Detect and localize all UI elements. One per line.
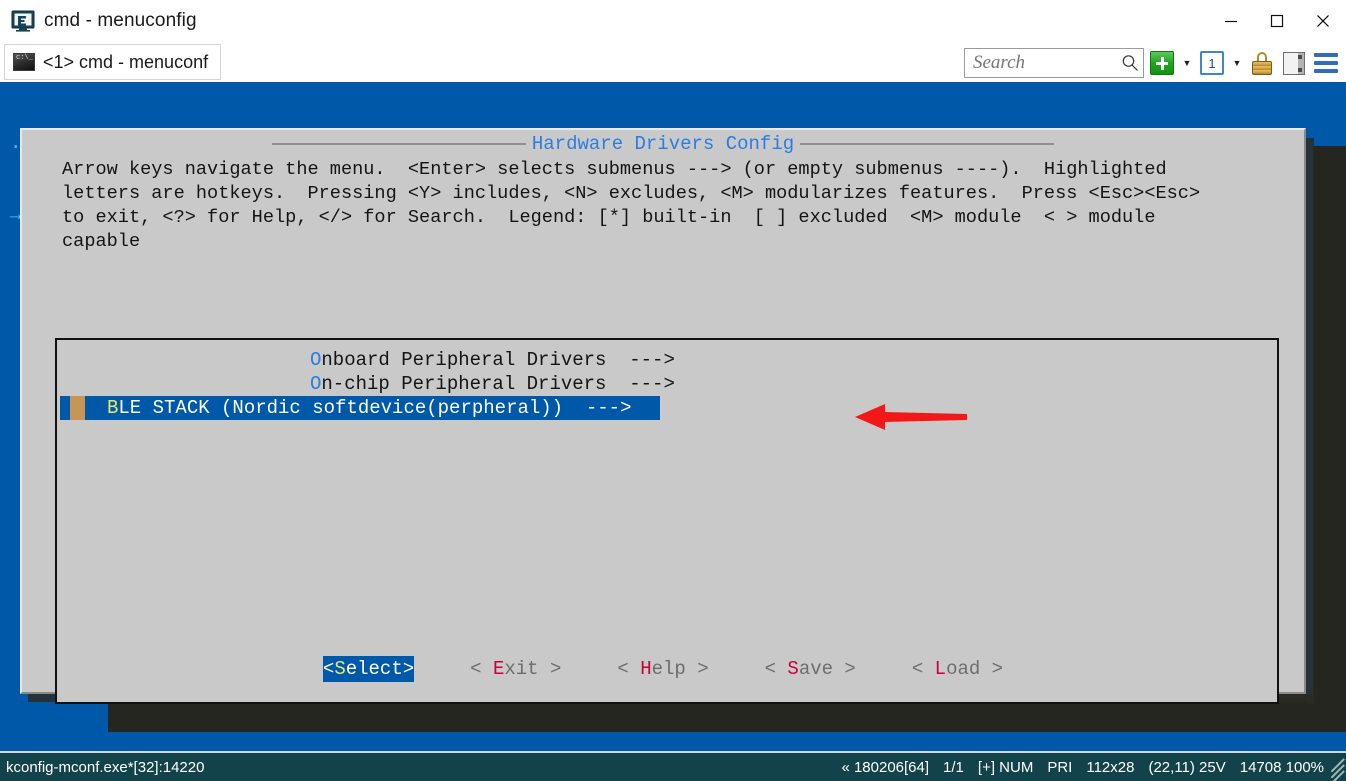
dialog-button-oad[interactable]: < Load >	[912, 656, 1003, 682]
button-label: oad >	[946, 658, 1004, 680]
maximize-button[interactable]	[1254, 0, 1300, 42]
tab-label: <1> cmd - menuconf	[43, 51, 209, 72]
close-button[interactable]	[1300, 0, 1346, 42]
new-console-dropdown[interactable]: ▼	[1180, 49, 1194, 77]
button-label: xit >	[504, 658, 562, 680]
dialog-button-elect[interactable]: <Select>	[322, 656, 415, 682]
active-console-number: 1	[1200, 51, 1224, 75]
app-icon	[10, 9, 36, 33]
menu-item-hotkey: O	[310, 349, 322, 371]
status-item-2: [+] NUM	[977, 758, 1034, 776]
title-rule-left	[272, 143, 526, 145]
cursor-marker	[70, 396, 85, 420]
title-rule-right	[800, 143, 1054, 145]
console-area[interactable]: .config - RT-Thread Configuration → Hard…	[0, 82, 1346, 751]
dialog-shadow-right	[1306, 138, 1314, 704]
menu-item-2[interactable]: B LE STACK (Nordic softdevice(perpheral))…	[60, 396, 660, 420]
menu-listbox[interactable]: Onboard Peripheral Drivers ---> On-chip P…	[55, 338, 1279, 704]
button-prefix: <	[764, 658, 788, 680]
menu-item-label: n-chip Peripheral Drivers --->	[321, 373, 675, 395]
button-prefix: <	[470, 658, 493, 680]
split-panel-button[interactable]	[1280, 49, 1308, 77]
dialog-button-ave[interactable]: < Save >	[765, 656, 856, 682]
dialog-button-row: <Select> < Exit > < Help > < Save > < Load >	[22, 652, 1304, 686]
active-console-dropdown[interactable]: ▼	[1230, 49, 1244, 77]
status-item-0: « 180206[64]	[841, 758, 930, 776]
menu-item-label: LE STACK (Nordic softdevice(perpheral)) …	[118, 397, 632, 419]
dialog-title-row: Hardware Drivers Config	[22, 132, 1304, 156]
dialog-button-elp[interactable]: < Help >	[617, 656, 708, 682]
button-hotkey: E	[492, 658, 505, 680]
button-prefix: <	[322, 658, 335, 680]
menu-item-1[interactable]: On-chip Peripheral Drivers --->	[57, 372, 1277, 396]
status-items: « 180206[64] 1/1 [+] NUM PRI 112x28 (22,11) 2…	[841, 759, 1324, 776]
help-text: Arrow keys navigate the menu. <Enter> se…	[62, 159, 1201, 252]
magnifier-icon	[1122, 55, 1138, 71]
lock-button[interactable]	[1248, 49, 1276, 77]
menuconfig-dialog: Hardware Drivers Config Arrow keys navig…	[20, 128, 1306, 704]
status-item-4: 112x28	[1086, 758, 1135, 776]
toolbar: ▼ 1 ▼	[964, 46, 1340, 80]
status-bar: kconfig-mconf.exe*[32]:14220 « 180206[64…	[0, 751, 1346, 781]
new-console-button[interactable]	[1148, 49, 1176, 77]
button-prefix: <	[617, 658, 641, 680]
annotation-arrow-icon	[855, 404, 967, 430]
window-controls	[1208, 0, 1346, 42]
button-hotkey: S	[787, 658, 799, 680]
menu-items-container: Onboard Peripheral Drivers ---> On-chip P…	[57, 348, 1277, 420]
search-input[interactable]	[973, 52, 1121, 74]
dialog-button-xit[interactable]: < Exit >	[470, 656, 561, 682]
status-item-5: (22,11) 25V	[1148, 758, 1226, 776]
dialog-title: Hardware Drivers Config	[531, 133, 795, 155]
button-label: ave >	[798, 658, 856, 680]
button-label: elp >	[651, 658, 709, 680]
padlock-icon	[1252, 51, 1272, 75]
status-item-3: PRI	[1047, 758, 1073, 776]
selection-bar	[60, 396, 70, 420]
menu-item-0[interactable]: Onboard Peripheral Drivers --->	[57, 348, 1277, 372]
button-hotkey: S	[334, 658, 346, 680]
active-console-button[interactable]: 1	[1198, 49, 1226, 77]
menu-button[interactable]	[1312, 49, 1340, 77]
title-bar: cmd - menuconfig	[0, 0, 1346, 42]
status-item-6: 14708 100%	[1239, 758, 1324, 776]
menu-item-hotkey: O	[310, 373, 322, 395]
terminal-right-margin	[1313, 146, 1346, 711]
button-hotkey: H	[640, 658, 652, 680]
console-icon	[13, 53, 35, 71]
selection-gap	[85, 396, 91, 420]
status-item-1: 1/1	[943, 758, 964, 776]
button-hotkey: L	[934, 658, 947, 680]
green-plus-icon	[1150, 51, 1174, 75]
hamburger-menu-icon	[1314, 53, 1338, 73]
tab-console-1[interactable]: <1> cmd - menuconf	[4, 44, 222, 80]
window-title: cmd - menuconfig	[44, 10, 197, 31]
menu-item-hotkey: B	[107, 397, 119, 419]
status-process: kconfig-mconf.exe*[32]:14220	[6, 758, 205, 776]
menu-item-label: nboard Peripheral Drivers --->	[321, 349, 675, 371]
minimize-button[interactable]	[1208, 0, 1254, 42]
button-label: elect>	[345, 658, 415, 680]
split-panel-icon	[1283, 51, 1305, 75]
search-box[interactable]	[964, 48, 1144, 78]
button-prefix: <	[911, 658, 935, 680]
resize-grip[interactable]	[1328, 754, 1345, 781]
conemu-window: cmd - menuconfig <1> cmd - menuconf	[0, 0, 1346, 781]
